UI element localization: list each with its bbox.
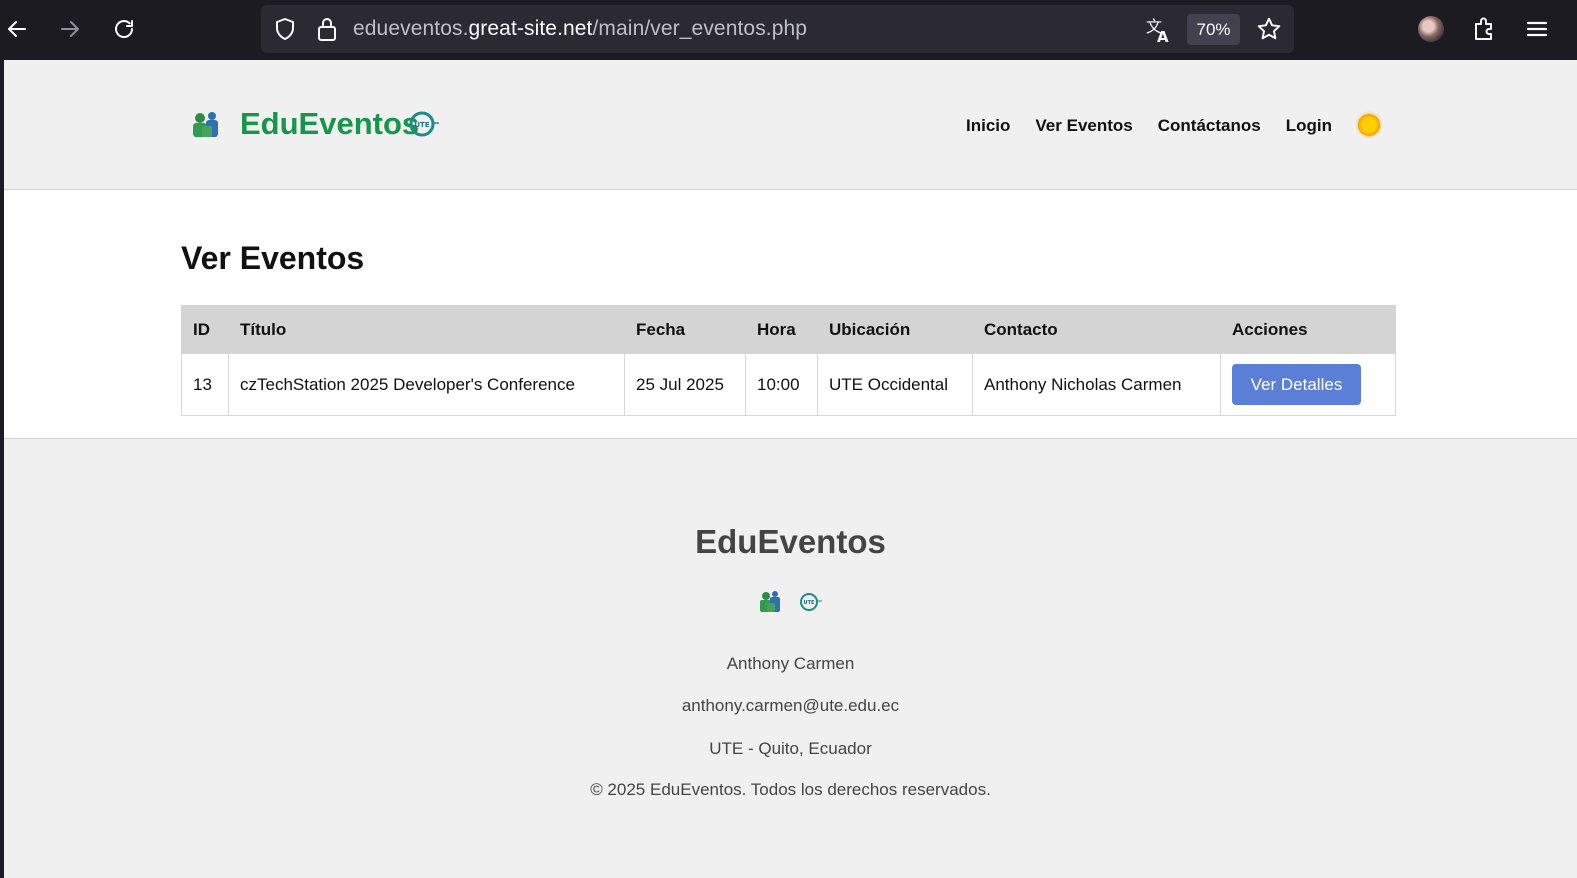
footer-location: UTE - Quito, Ecuador bbox=[709, 739, 872, 758]
translate-icon[interactable]: 文A bbox=[1145, 16, 1173, 44]
footer-logos: UTE bbox=[760, 591, 822, 612]
url-text[interactable]: edueventos.great-site.net/main/ver_event… bbox=[353, 17, 807, 41]
zoom-level-button[interactable]: 70% bbox=[1187, 14, 1240, 45]
footer-copyright: © 2025 EduEventos. Todos los derechos re… bbox=[590, 780, 991, 799]
column-header-id: ID bbox=[181, 305, 229, 354]
url-path: /main/ver_eventos.php bbox=[592, 17, 808, 40]
cell-hora: 10:00 bbox=[745, 353, 818, 416]
hamburger-menu-icon[interactable] bbox=[1524, 15, 1550, 43]
page-title: Ver Eventos bbox=[181, 240, 365, 276]
column-header-ubicacion: Ubicación bbox=[817, 305, 973, 354]
bookmark-star-icon[interactable] bbox=[1256, 16, 1282, 42]
ute-logo-icon: UTE bbox=[409, 111, 439, 137]
footer-author: Anthony Carmen bbox=[726, 654, 855, 673]
column-header-contacto: Contacto bbox=[972, 305, 1221, 354]
site-header: EduEventos UTE Inicio Ver Eventos Contác… bbox=[4, 60, 1577, 190]
nav-login[interactable]: Login bbox=[1286, 116, 1332, 136]
events-table: ID Título Fecha Hora Ubicación Contacto … bbox=[181, 305, 1396, 416]
extensions-puzzle-icon[interactable] bbox=[1471, 15, 1499, 43]
column-header-hora: Hora bbox=[745, 305, 818, 354]
cell-ubicacion: UTE Occidental bbox=[817, 353, 973, 416]
nav-contactanos[interactable]: Contáctanos bbox=[1158, 116, 1261, 136]
people-logo-icon[interactable] bbox=[190, 109, 220, 139]
column-header-titulo: Título bbox=[228, 305, 625, 354]
main-content: Ver Eventos ID Título Fecha Hora Ubicaci… bbox=[181, 240, 1396, 416]
column-header-fecha: Fecha bbox=[624, 305, 746, 354]
lock-icon[interactable] bbox=[315, 16, 339, 42]
url-domain: great-site.net bbox=[468, 17, 593, 40]
cell-titulo: czTechStation 2025 Developer's Conferenc… bbox=[228, 353, 625, 416]
sun-theme-toggle-icon[interactable] bbox=[1358, 114, 1380, 136]
url-prefix: edueventos. bbox=[353, 17, 469, 40]
ver-detalles-button[interactable]: Ver Detalles bbox=[1232, 364, 1361, 405]
forward-arrow-icon[interactable] bbox=[53, 12, 87, 46]
reload-icon[interactable] bbox=[107, 12, 141, 46]
cell-id: 13 bbox=[181, 353, 229, 416]
address-bar[interactable]: edueventos.great-site.net/main/ver_event… bbox=[261, 5, 1294, 53]
column-header-acciones: Acciones bbox=[1220, 305, 1396, 354]
site-footer: EduEventos UTE Anthony Carmen anthony.ca… bbox=[4, 438, 1577, 878]
svg-text:A: A bbox=[1157, 28, 1169, 44]
brand-title[interactable]: EduEventos bbox=[240, 106, 419, 142]
table-header-row: ID Título Fecha Hora Ubicación Contacto … bbox=[181, 305, 1396, 354]
shield-icon[interactable] bbox=[273, 17, 297, 41]
nav-ver-eventos[interactable]: Ver Eventos bbox=[1035, 116, 1132, 136]
footer-email: anthony.carmen@ute.edu.ec bbox=[681, 696, 900, 715]
cell-contacto: Anthony Nicholas Carmen bbox=[972, 353, 1221, 416]
table-row: 13 czTechStation 2025 Developer's Confer… bbox=[181, 353, 1396, 416]
web-page: EduEventos UTE Inicio Ver Eventos Contác… bbox=[4, 60, 1577, 878]
cell-acciones: Ver Detalles bbox=[1220, 353, 1396, 416]
footer-title: EduEventos bbox=[695, 523, 886, 560]
back-arrow-icon[interactable] bbox=[0, 12, 34, 46]
svg-text:UTE: UTE bbox=[804, 600, 815, 606]
people-logo-icon bbox=[760, 591, 780, 612]
main-nav: Inicio Ver Eventos Contáctanos Login bbox=[966, 116, 1332, 136]
browser-toolbar: edueventos.great-site.net/main/ver_event… bbox=[0, 0, 1577, 60]
account-avatar[interactable] bbox=[1418, 16, 1444, 42]
ute-logo-icon: UTE bbox=[800, 593, 822, 611]
nav-inicio[interactable]: Inicio bbox=[966, 116, 1010, 136]
svg-text:UTE: UTE bbox=[414, 121, 429, 129]
cell-fecha: 25 Jul 2025 bbox=[624, 353, 746, 416]
